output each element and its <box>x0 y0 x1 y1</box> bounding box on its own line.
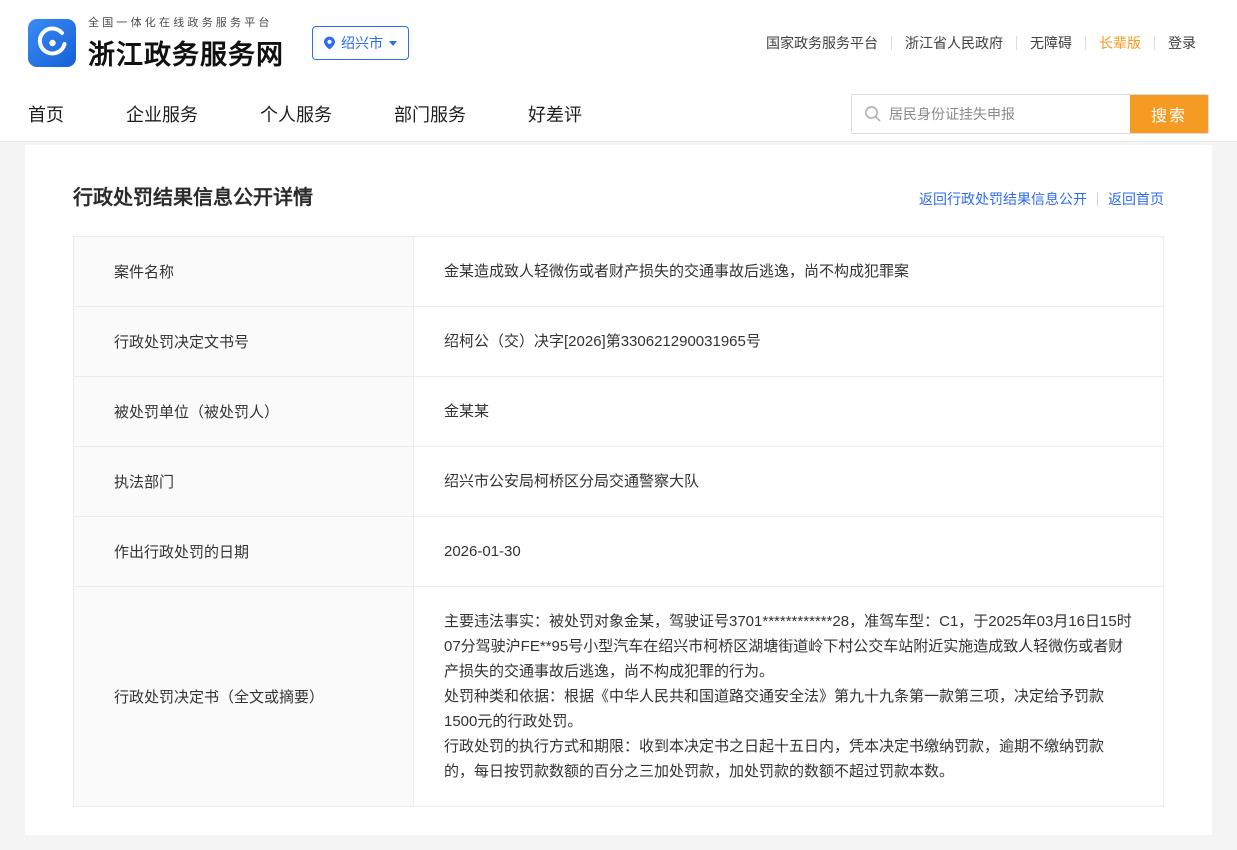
search-button[interactable]: 搜索 <box>1130 94 1208 134</box>
nav-item-department-services[interactable]: 部门服务 <box>394 101 466 127</box>
row-label: 行政处罚决定书（全文或摘要） <box>74 587 414 806</box>
link-national-gov-platform[interactable]: 国家政务服务平台 <box>753 33 891 53</box>
row-value: 绍柯公（交）决字[2026]第330621290031965号 <box>414 307 1163 376</box>
page-title: 行政处罚结果信息公开详情 <box>73 181 313 210</box>
table-row: 作出行政处罚的日期 2026-01-30 <box>74 517 1163 587</box>
table-row: 执法部门 绍兴市公安局柯桥区分局交通警察大队 <box>74 447 1163 517</box>
penalty-detail-table: 案件名称 金某造成致人轻微伤或者财产损失的交通事故后逃逸，尚不构成犯罪案 行政处… <box>73 236 1164 807</box>
detail-card: 行政处罚结果信息公开详情 返回行政处罚结果信息公开 返回首页 案件名称 金某造成… <box>25 145 1212 835</box>
platform-subtitle: 全国一体化在线政务服务平台 <box>88 14 284 30</box>
site-title: 浙江政务服务网 <box>88 33 284 72</box>
link-elder-version[interactable]: 长辈版 <box>1086 33 1154 53</box>
row-label: 行政处罚决定文书号 <box>74 307 414 376</box>
nav-item-personal-services[interactable]: 个人服务 <box>260 101 332 127</box>
row-label: 执法部门 <box>74 447 414 516</box>
link-back-home[interactable]: 返回首页 <box>1108 189 1164 209</box>
row-label: 案件名称 <box>74 237 414 306</box>
search-icon <box>864 105 881 122</box>
row-value: 主要违法事实：被处罚对象金某，驾驶证号3701************28，准驾… <box>414 587 1163 806</box>
table-row: 案件名称 金某造成致人轻微伤或者财产损失的交通事故后逃逸，尚不构成犯罪案 <box>74 237 1163 307</box>
link-accessibility[interactable]: 无障碍 <box>1017 33 1085 53</box>
divider <box>1097 192 1098 206</box>
row-label: 作出行政处罚的日期 <box>74 517 414 586</box>
nav-item-evaluation[interactable]: 好差评 <box>528 101 582 127</box>
nav-item-home[interactable]: 首页 <box>28 101 64 127</box>
header-links: 国家政务服务平台 浙江省人民政府 无障碍 长辈版 登录 <box>753 33 1209 53</box>
table-row: 行政处罚决定书（全文或摘要） 主要违法事实：被处罚对象金某，驾驶证号3701**… <box>74 587 1163 806</box>
city-selector-label: 绍兴市 <box>341 33 383 53</box>
back-links: 返回行政处罚结果信息公开 返回首页 <box>919 189 1164 209</box>
chevron-down-icon <box>389 41 397 46</box>
city-selector[interactable]: 绍兴市 <box>312 26 409 60</box>
row-value: 绍兴市公安局柯桥区分局交通警察大队 <box>414 447 1163 516</box>
site-header: 全国一体化在线政务服务平台 浙江政务服务网 绍兴市 国家政务服务平台 浙江省人民… <box>0 0 1237 86</box>
card-header: 行政处罚结果信息公开详情 返回行政处罚结果信息公开 返回首页 <box>49 181 1188 210</box>
search-input[interactable] <box>889 95 1130 133</box>
search-box: 搜索 <box>851 94 1209 134</box>
row-value: 2026-01-30 <box>414 517 1163 586</box>
row-value: 金某造成致人轻微伤或者财产损失的交通事故后逃逸，尚不构成犯罪案 <box>414 237 1163 306</box>
table-row: 行政处罚决定文书号 绍柯公（交）决字[2026]第330621290031965… <box>74 307 1163 377</box>
row-value: 金某某 <box>414 377 1163 446</box>
link-login[interactable]: 登录 <box>1155 33 1209 53</box>
content-background: 行政处罚结果信息公开详情 返回行政处罚结果信息公开 返回首页 案件名称 金某造成… <box>0 142 1237 850</box>
link-zhejiang-gov[interactable]: 浙江省人民政府 <box>892 33 1016 53</box>
link-back-penalty-list[interactable]: 返回行政处罚结果信息公开 <box>919 189 1087 209</box>
location-pin-icon <box>324 36 335 50</box>
site-logo[interactable]: 全国一体化在线政务服务平台 浙江政务服务网 <box>28 14 284 72</box>
row-label: 被处罚单位（被处罚人） <box>74 377 414 446</box>
nav-item-enterprise-services[interactable]: 企业服务 <box>126 101 198 127</box>
table-row: 被处罚单位（被处罚人） 金某某 <box>74 377 1163 447</box>
site-logo-icon <box>28 19 76 67</box>
main-nav: 首页 企业服务 个人服务 部门服务 好差评 搜索 <box>0 86 1237 142</box>
